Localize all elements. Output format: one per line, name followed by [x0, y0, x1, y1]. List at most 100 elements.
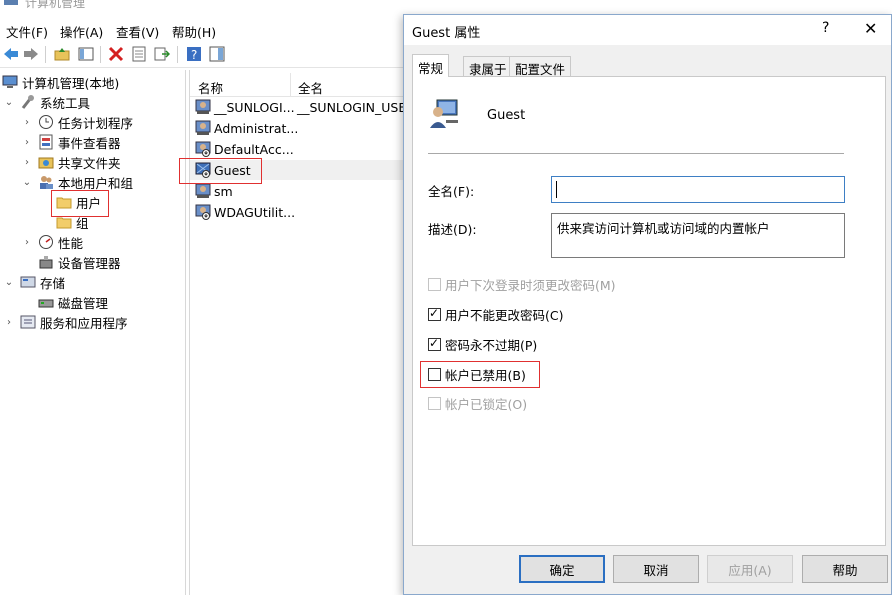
user-list-pane: 名称 全名 __SUNLOGI... __SUNLOGIN_USER Admin… — [189, 70, 421, 595]
tree-item-local-users-groups[interactable]: ⌄ 本地用户和组 — [22, 172, 133, 192]
show-hide-tree-icon[interactable] — [77, 45, 95, 63]
tab-member-of[interactable]: 隶属于 — [463, 56, 513, 77]
menu-file[interactable]: 文件(F) — [6, 22, 48, 41]
fullname-label: 全名(F): — [428, 184, 475, 199]
column-header-fullname[interactable]: 全名 — [298, 78, 323, 97]
checkmark-icon: ✓ — [429, 305, 440, 320]
list-item[interactable]: sm — [190, 181, 421, 201]
tree-item-device-manager[interactable]: 设备管理器 — [38, 252, 121, 272]
tree-label: 计算机管理(本地) — [22, 75, 120, 91]
disk-icon — [38, 294, 54, 310]
column-header-name[interactable]: 名称 — [198, 78, 223, 97]
chevron-right-icon[interactable]: › — [22, 117, 32, 128]
tree-item-task-scheduler[interactable]: › 任务计划程序 — [22, 112, 133, 132]
list-header: 名称 全名 — [190, 73, 421, 97]
menu-action[interactable]: 操作(A) — [60, 22, 103, 41]
description-label: 描述(D): — [428, 222, 477, 237]
checkbox-box[interactable] — [428, 277, 441, 291]
tree-item-shared-folders[interactable]: › 共享文件夹 — [22, 152, 121, 172]
console-tree: 计算机管理(本地) ⌄ 系统工具 › 任务计划程序 › 事件查看器 › 共享文件… — [0, 70, 186, 595]
tree-label: 组 — [76, 215, 89, 231]
checkbox-cannot-change-password[interactable]: ✓ 用户不能更改密码(C) — [428, 305, 563, 323]
mmc-titlebar: 计算机管理 — — [0, 0, 892, 10]
tree-label: 事件查看器 — [58, 135, 121, 151]
chevron-down-icon[interactable]: ⌄ — [4, 277, 14, 288]
chevron-right-icon[interactable]: › — [4, 317, 14, 328]
tree-item-storage[interactable]: ⌄ 存储 — [4, 272, 65, 292]
checkbox-label: 用户不能更改密码(C) — [445, 307, 564, 323]
list-item-guest[interactable]: Guest — [190, 160, 421, 180]
chevron-right-icon[interactable]: › — [22, 137, 32, 148]
checkbox-account-disabled[interactable]: 帐户已禁用(B) — [428, 365, 526, 383]
tree-item-event-viewer[interactable]: › 事件查看器 — [22, 132, 121, 152]
cancel-button[interactable]: 取消 — [613, 555, 699, 583]
back-arrow-icon[interactable] — [2, 45, 20, 63]
storage-icon — [20, 274, 36, 290]
text-caret — [556, 181, 557, 198]
apply-button[interactable]: 应用(A) — [707, 555, 793, 583]
tab-bar: 常规 隶属于 配置文件 — [412, 54, 882, 77]
close-icon[interactable]: ✕ — [864, 19, 877, 38]
tree-item-users[interactable]: 用户 — [56, 192, 101, 212]
tab-general[interactable]: 常规 — [412, 54, 450, 77]
chevron-right-icon[interactable]: › — [22, 237, 32, 248]
user-name: Guest — [487, 108, 526, 123]
checkmark-icon: ✓ — [429, 335, 440, 350]
chevron-down-icon[interactable]: ⌄ — [22, 177, 32, 188]
list-item[interactable]: WDAGUtilit... — [190, 202, 421, 222]
checkbox-box[interactable]: ✓ — [428, 305, 441, 321]
delete-icon[interactable] — [107, 45, 125, 63]
disabled-user-icon — [195, 204, 211, 220]
disabled-user-icon — [195, 162, 211, 178]
help-icon[interactable]: ? — [185, 45, 203, 63]
list-item[interactable]: Administrat... — [190, 118, 421, 138]
tree-item-disk-management[interactable]: 磁盘管理 — [38, 292, 108, 312]
guest-properties-dialog: Guest 属性 ? ✕ 常规 隶属于 配置文件 Guest 全名(F): 描述… — [403, 14, 892, 595]
tree-item-performance[interactable]: › 性能 — [22, 232, 83, 252]
tab-profile[interactable]: 配置文件 — [509, 56, 572, 77]
help-icon[interactable]: ? — [822, 20, 829, 36]
general-tab-panel: Guest 全名(F): 描述(D): 供来宾访问计算机或访问域的内置帐户 用户… — [412, 76, 886, 546]
user-icon — [195, 99, 211, 115]
event-viewer-icon — [38, 134, 54, 150]
forward-arrow-icon[interactable] — [22, 45, 40, 63]
menu-view[interactable]: 查看(V) — [116, 22, 159, 41]
export-list-icon[interactable] — [153, 45, 171, 63]
checkbox-must-change-password[interactable]: 用户下次登录时须更改密码(M) — [428, 275, 616, 293]
properties-icon[interactable] — [130, 45, 148, 63]
computer-icon — [2, 74, 18, 90]
tree-item-system-tools[interactable]: ⌄ 系统工具 — [4, 92, 90, 112]
list-item[interactable]: __SUNLOGI... __SUNLOGIN_USER — [190, 97, 421, 117]
checkbox-box[interactable] — [428, 396, 441, 410]
show-action-pane-icon[interactable] — [208, 45, 226, 63]
fullname-input[interactable] — [551, 176, 845, 203]
checkbox-password-never-expires[interactable]: ✓ 密码永不过期(P) — [428, 335, 537, 353]
up-folder-icon[interactable] — [53, 45, 71, 63]
tree-item-groups[interactable]: 组 — [56, 212, 89, 232]
help-button[interactable]: 帮助 — [802, 555, 888, 583]
menu-bar: 文件(F) 操作(A) 查看(V) 帮助(H) — [0, 19, 420, 41]
separator — [428, 153, 844, 154]
shared-folder-icon — [38, 154, 54, 170]
computer-management-icon — [4, 0, 18, 5]
list-item-name: Guest — [214, 163, 251, 178]
list-item-name: DefaultAcc... — [214, 142, 294, 157]
minimize-icon[interactable]: — — [858, 0, 870, 4]
dialog-title: Guest 属性 — [412, 26, 481, 41]
chevron-down-icon[interactable]: ⌄ — [4, 97, 14, 108]
checkbox-box[interactable]: ✓ — [428, 335, 441, 351]
menu-help[interactable]: 帮助(H) — [172, 22, 216, 41]
user-icon — [195, 183, 211, 199]
checkbox-box[interactable] — [428, 367, 441, 381]
folder-icon — [56, 214, 72, 230]
description-input[interactable]: 供来宾访问计算机或访问域的内置帐户 — [551, 213, 845, 258]
checkbox-label: 用户下次登录时须更改密码(M) — [445, 277, 616, 293]
checkbox-account-locked[interactable]: 帐户已锁定(O) — [428, 394, 527, 412]
tree-label: 本地用户和组 — [58, 175, 134, 191]
list-item[interactable]: DefaultAcc... — [190, 139, 421, 159]
tree-item-computer-management[interactable]: 计算机管理(本地) — [2, 72, 119, 92]
list-item-fullname: __SUNLOGIN_USER — [297, 100, 415, 115]
chevron-right-icon[interactable]: › — [22, 157, 32, 168]
ok-button[interactable]: 确定 — [519, 555, 605, 583]
tree-item-services-apps[interactable]: › 服务和应用程序 — [4, 312, 128, 332]
